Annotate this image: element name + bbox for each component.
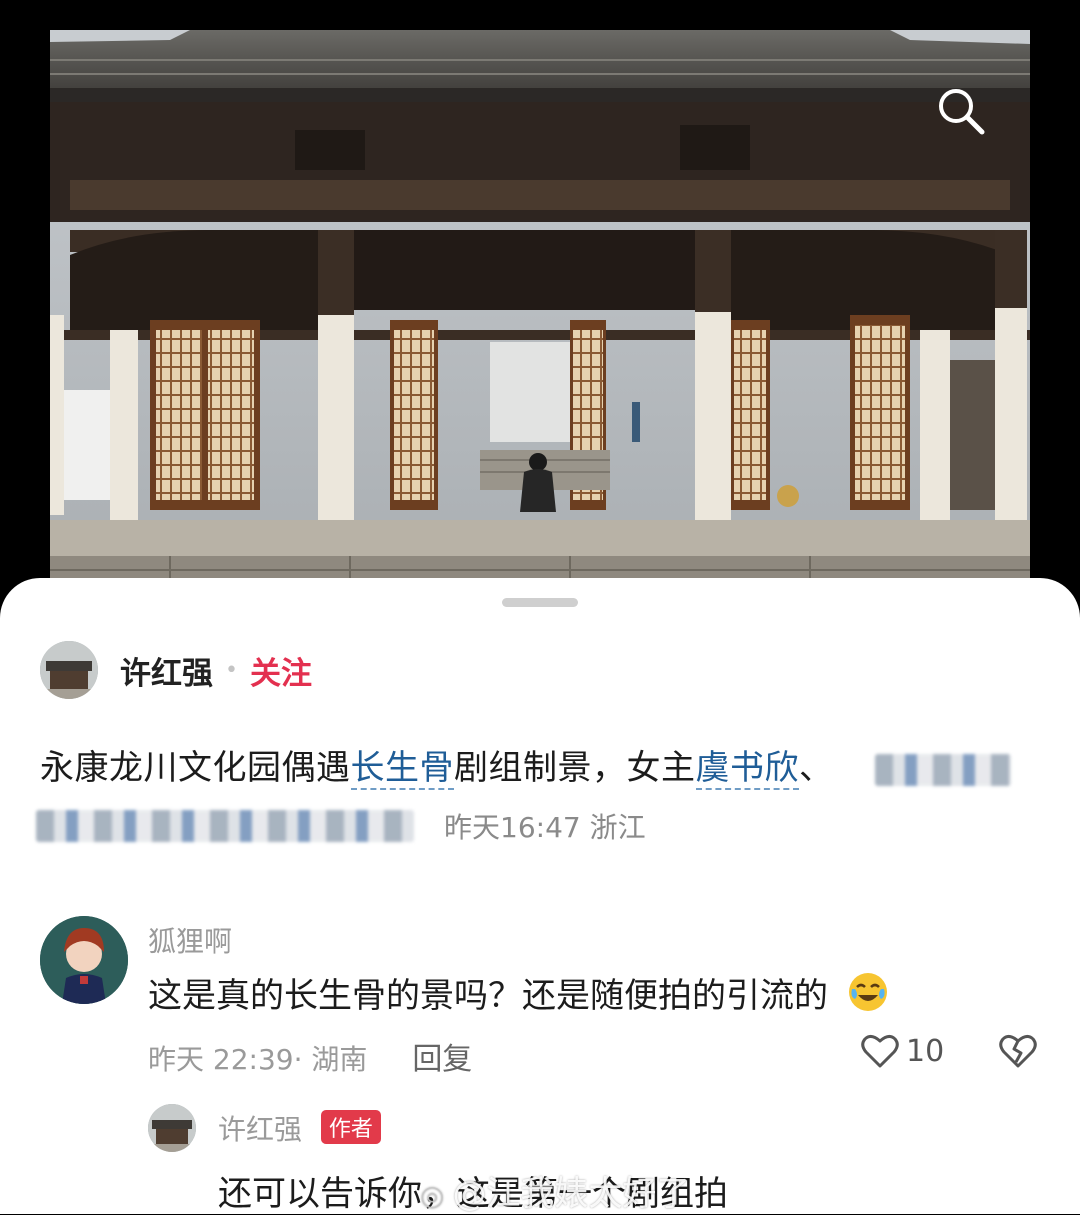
post-text-part1: 永康龙川文化园偶遇 <box>40 748 351 788</box>
commenter-avatar[interactable] <box>40 916 128 1004</box>
commenter-name[interactable]: 狐狸啊 <box>148 920 232 960</box>
broken-heart-icon <box>999 1034 1037 1068</box>
post-photo[interactable] <box>50 30 1030 590</box>
image-search-button[interactable] <box>934 84 988 138</box>
comment-sheet: 许红强 • 关注 永康龙川文化园偶遇长生骨剧组制景，女主虞书欣、 昨天16:47… <box>0 578 1080 1214</box>
reply-author-avatar[interactable] <box>148 1104 196 1152</box>
reply-author-name-text[interactable]: 许红强 <box>218 1113 302 1146</box>
comment-meta: 昨天 22:39· 湖南 回复 <box>148 1034 472 1078</box>
watermark-text: @江我婊太好了 <box>452 1174 691 1214</box>
author-badge: 作者 <box>320 1110 381 1144</box>
like-count: 10 <box>906 1033 945 1069</box>
reply-button[interactable]: 回复 <box>412 1042 472 1077</box>
drag-handle[interactable] <box>502 598 578 607</box>
follow-button[interactable]: 关注 <box>250 648 312 693</box>
dislike-button[interactable] <box>998 1032 1038 1074</box>
post-text-part3: 、 <box>799 748 834 788</box>
author-avatar[interactable] <box>40 641 98 699</box>
redacted-text <box>36 810 414 842</box>
comment-time-location: 昨天 22:39· 湖南 <box>148 1043 368 1076</box>
crying-laughing-emoji-icon <box>847 971 889 1022</box>
reply-author-name: 许红强 作者 <box>218 1108 381 1148</box>
redacted-text <box>874 753 1011 786</box>
author-row: 许红强 • 关注 <box>40 640 312 700</box>
comment-text: 这是真的长生骨的景吗？还是随便拍的引流的 <box>148 968 889 1022</box>
building-photo <box>50 30 1030 590</box>
hashtag-changshenggu[interactable]: 长生骨 <box>350 748 454 790</box>
weibo-logo-icon: ◎ <box>420 1179 445 1212</box>
heart-icon <box>861 1034 899 1068</box>
post-text: 永康龙川文化园偶遇长生骨剧组制景，女主虞书欣、 <box>40 736 1050 800</box>
post-meta-line: 昨天16:47 浙江 <box>36 806 646 846</box>
weibo-watermark: ◎ @江我婊太好了 <box>420 1166 690 1215</box>
post-time-location: 昨天16:47 浙江 <box>444 811 646 844</box>
author-name[interactable]: 许红强 <box>120 648 213 693</box>
post-text-part2: 剧组制景，女主 <box>454 748 696 788</box>
comment-text-body: 这是真的长生骨的景吗？还是随便拍的引流的 <box>148 976 828 1016</box>
separator-dot: • <box>225 657 238 683</box>
mention-yushuxin[interactable]: 虞书欣 <box>695 748 799 790</box>
search-icon <box>939 89 985 135</box>
like-button[interactable]: 10 <box>860 1032 944 1070</box>
